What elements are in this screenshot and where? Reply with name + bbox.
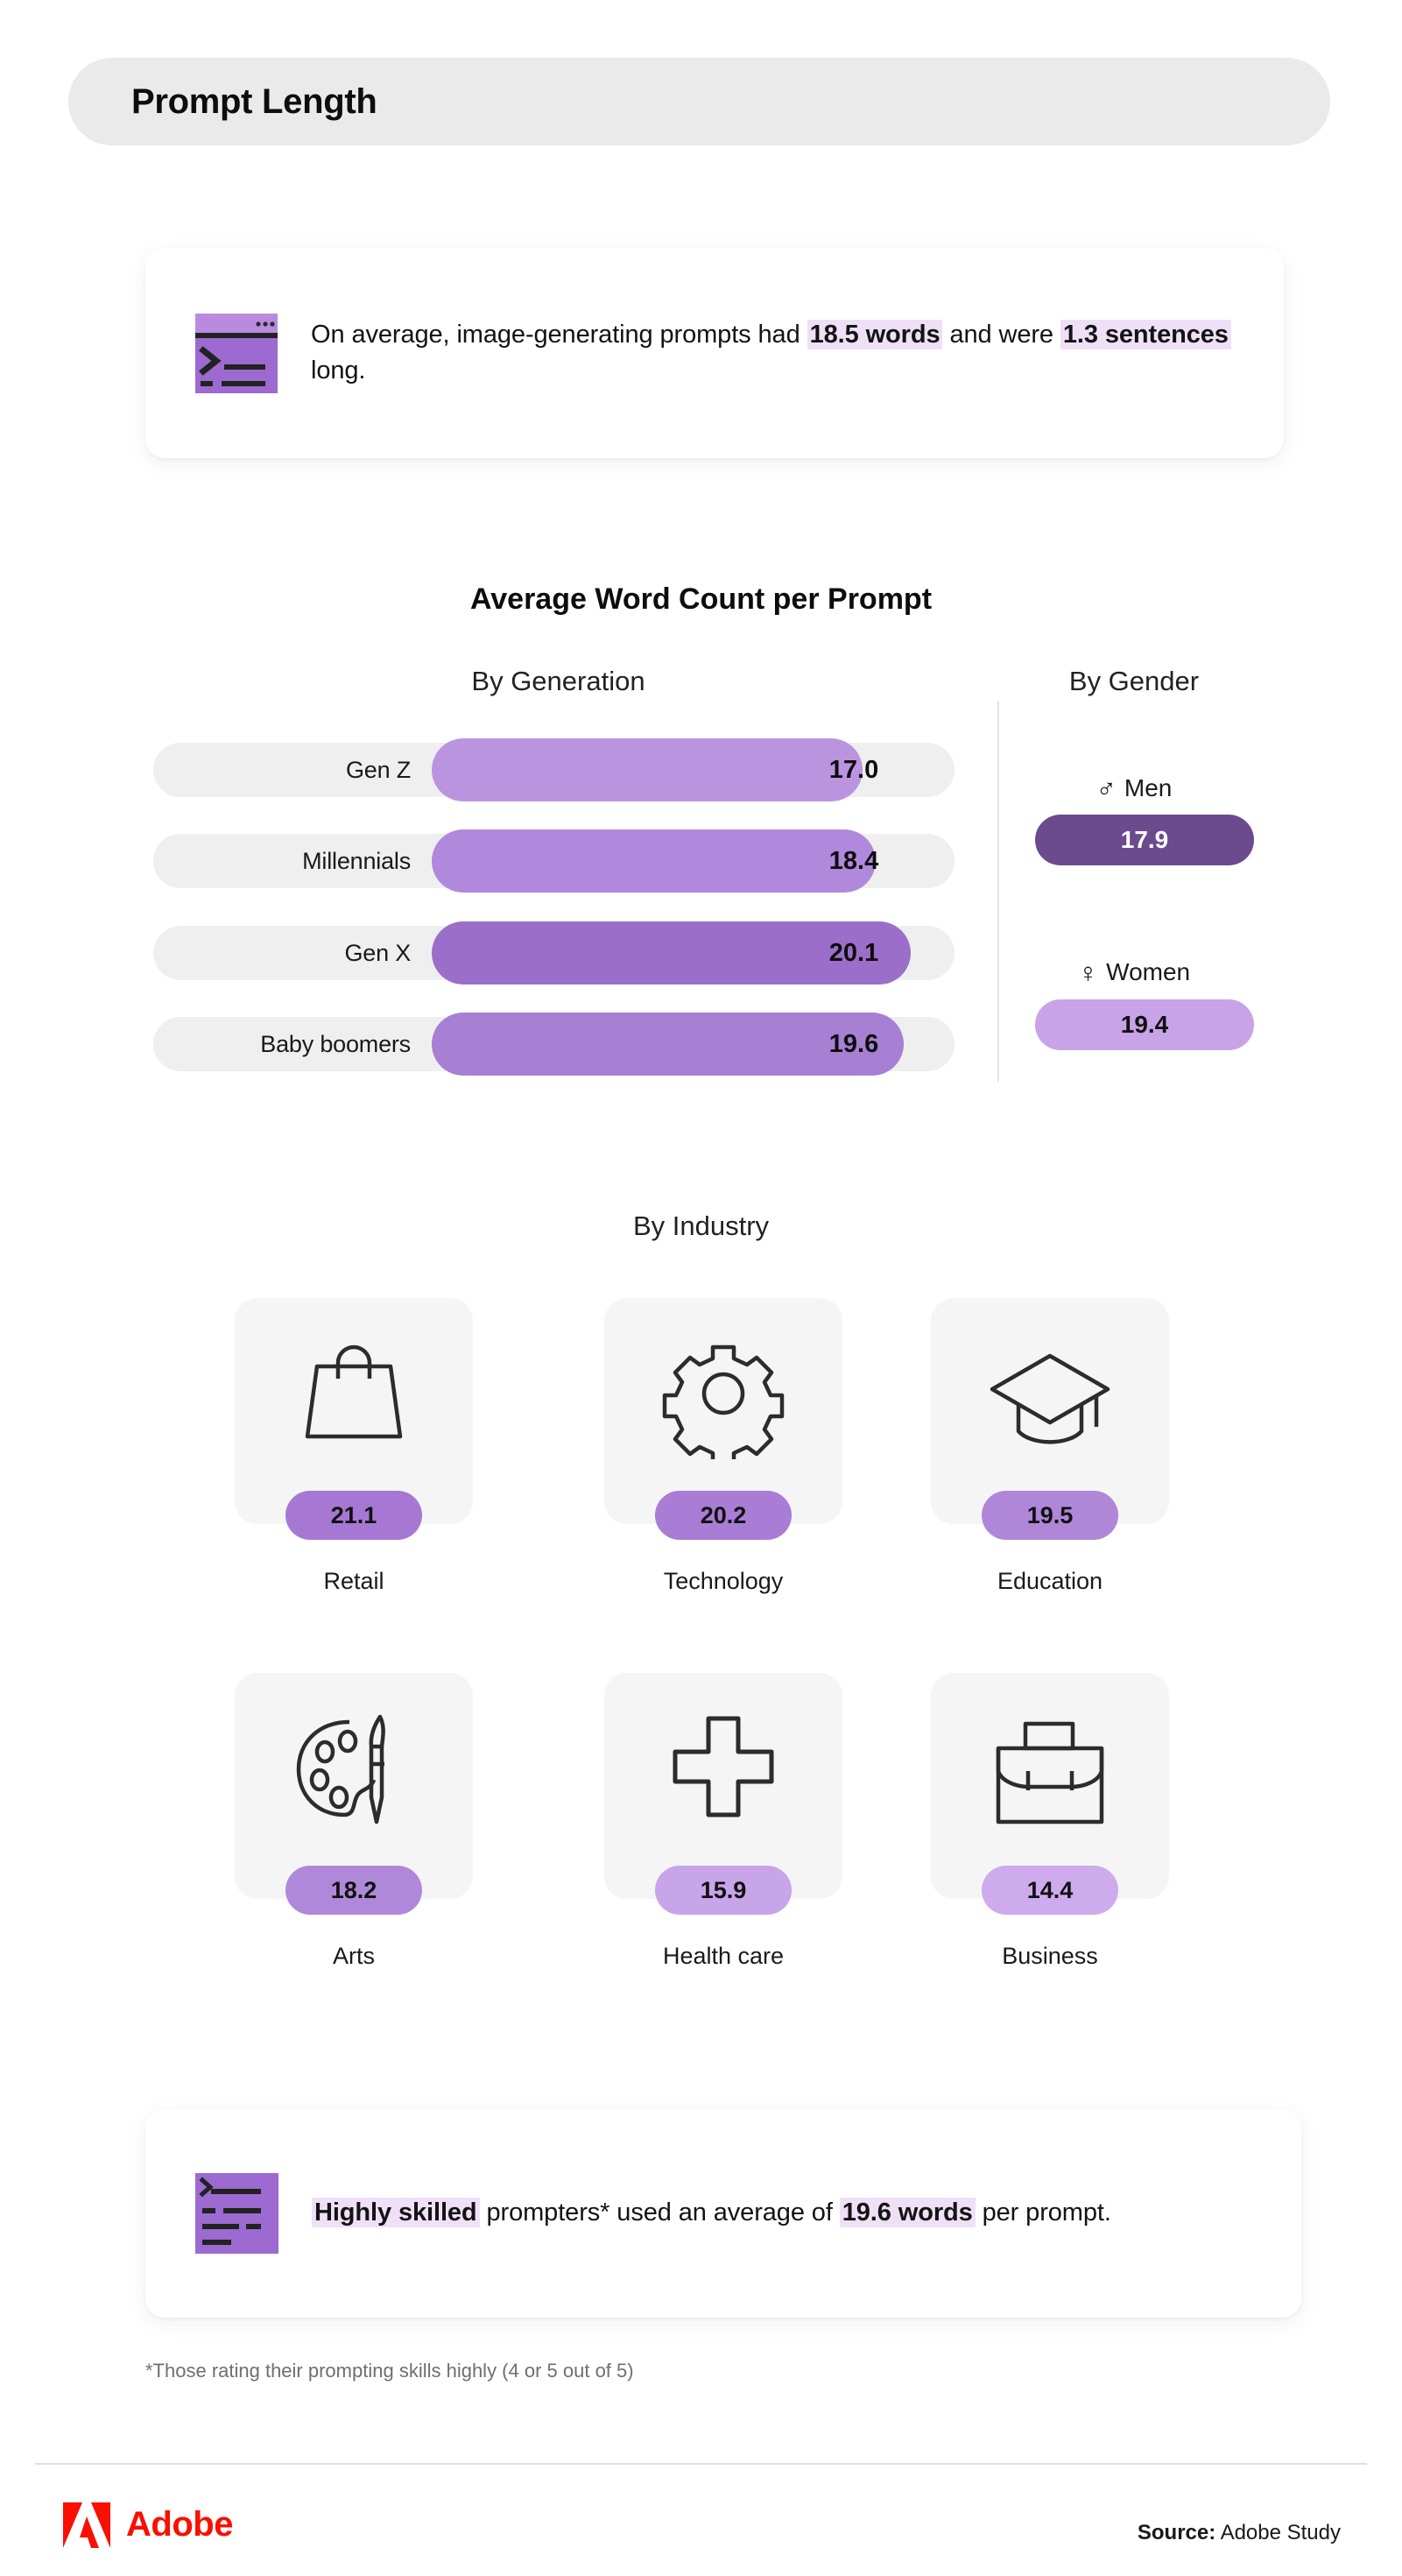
section-title-by-industry: By Industry: [0, 1210, 1402, 1242]
callout-top-seg-1: 18.5 words: [807, 320, 943, 349]
callout-top-text: On average, image-generating prompts had…: [311, 317, 1284, 389]
source-credit: Source: Adobe Study: [1138, 2521, 1341, 2545]
industry-value-pill-health-care: 15.9: [655, 1866, 792, 1915]
vertical-divider: [997, 701, 999, 1082]
industry-label-business: Business: [931, 1943, 1169, 1970]
adobe-wordmark: Adobe: [126, 2505, 233, 2544]
bar-value-label: 17.0: [753, 743, 955, 797]
industry-label-retail: Retail: [235, 1568, 473, 1595]
table-row: Gen Z 17.0: [153, 743, 955, 797]
industry-value-pill-business: 14.4: [982, 1866, 1118, 1915]
table-row: Baby boomers 19.6: [153, 1017, 955, 1071]
terminal-icon: [195, 314, 278, 393]
bar-category-label: Baby boomers: [153, 1017, 433, 1071]
adobe-mark-icon: [61, 2501, 112, 2548]
industry-label-technology: Technology: [604, 1568, 842, 1595]
callout-bottom-seg-1: prompters* used an average of: [480, 2198, 840, 2227]
bar-category-label: Gen X: [153, 926, 433, 980]
industry-value-pill-education: 19.5: [982, 1491, 1118, 1540]
medical-cross-icon: [604, 1703, 842, 1834]
bar-category-label: Millennials: [153, 834, 433, 888]
gender-name: Women: [1106, 958, 1190, 986]
adobe-logo: Adobe: [61, 2501, 233, 2548]
gender-name: Men: [1124, 774, 1172, 802]
bar-value-label: 18.4: [753, 834, 955, 888]
callout-top-seg-4: long.: [311, 356, 365, 385]
table-row: Gen X 20.1: [153, 926, 955, 980]
bar-value-label: 20.1: [753, 926, 955, 980]
code-block-icon: [195, 2173, 278, 2254]
callout-top-seg-0: On average, image-generating prompts had: [311, 321, 807, 349]
table-row: Millennials 18.4: [153, 834, 955, 888]
graduation-cap-icon: [931, 1328, 1169, 1459]
section-title-by-generation: By Generation: [140, 666, 976, 697]
gear-icon: [604, 1328, 842, 1459]
callout-bottom-text: Highly skilled prompters* used an averag…: [312, 2195, 1111, 2231]
bar-category-label: Gen Z: [153, 743, 433, 797]
industry-label-education: Education: [931, 1568, 1169, 1595]
shopping-bag-icon: [235, 1328, 473, 1459]
industry-label-arts: Arts: [235, 1943, 473, 1970]
gender-label-women: ♀ Women: [994, 958, 1274, 986]
callout-top-seg-3: 1.3 sentences: [1060, 320, 1231, 349]
page-title: Prompt Length: [131, 82, 377, 122]
gender-value-pill-men: 17.9: [1035, 815, 1254, 865]
callout-bottom-seg-3: per prompt.: [976, 2198, 1111, 2227]
callout-top: On average, image-generating prompts had…: [145, 248, 1284, 458]
gender-label-men: ♂ Men: [994, 774, 1274, 802]
source-label: Source:: [1138, 2521, 1215, 2544]
callout-top-seg-2: and were: [942, 321, 1060, 349]
male-symbol-icon: ♂: [1096, 775, 1117, 802]
industry-value-pill-arts: 18.2: [285, 1866, 422, 1915]
bar-value-label: 19.6: [753, 1017, 955, 1071]
industry-value-pill-technology: 20.2: [655, 1491, 792, 1540]
callout-bottom: Highly skilled prompters* used an averag…: [145, 2109, 1301, 2318]
footnote: *Those rating their prompting skills hig…: [145, 2360, 634, 2382]
callout-bottom-seg-0: Highly skilled: [312, 2198, 480, 2227]
industry-value-pill-retail: 21.1: [285, 1491, 422, 1540]
briefcase-icon: [931, 1703, 1169, 1834]
footer-divider: [35, 2463, 1367, 2465]
gender-value-pill-women: 19.4: [1035, 999, 1254, 1050]
infographic-page: Prompt Length On average, image-generati…: [0, 0, 1402, 2576]
female-symbol-icon: ♀: [1078, 959, 1098, 986]
palette-icon: [235, 1703, 473, 1834]
section-title-by-gender: By Gender: [994, 666, 1274, 697]
source-value: Adobe Study: [1215, 2521, 1341, 2544]
industry-label-health-care: Health care: [604, 1943, 842, 1970]
section-title-average-word-count: Average Word Count per Prompt: [0, 582, 1402, 617]
callout-bottom-seg-2: 19.6 words: [840, 2198, 976, 2227]
page-header-card: Prompt Length: [68, 58, 1330, 145]
